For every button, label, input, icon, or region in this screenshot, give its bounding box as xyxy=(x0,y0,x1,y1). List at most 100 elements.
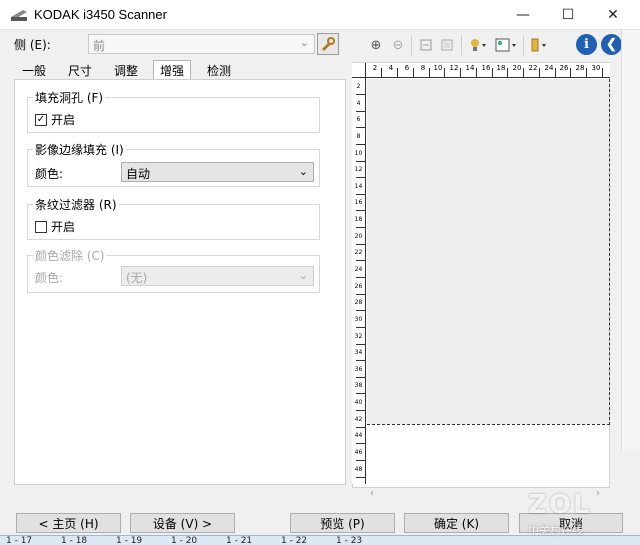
ruler-tick xyxy=(356,360,365,361)
back-arrow-icon[interactable]: ❮ xyxy=(601,34,622,55)
ruler-tick xyxy=(413,68,414,77)
tab-adjust[interactable]: 调整 xyxy=(112,62,140,79)
ruler-tick xyxy=(397,68,398,77)
toolbar-separator xyxy=(411,35,412,55)
ruler-tick xyxy=(356,227,365,228)
rotate-page-icon[interactable] xyxy=(416,35,436,55)
preview-button[interactable]: 预览 (P) xyxy=(290,513,395,533)
color-dropout-color-label: 颜色: xyxy=(35,271,64,285)
tab-general[interactable]: 一般 xyxy=(20,62,48,79)
side-select-value: 前 xyxy=(93,39,106,53)
ruler-tick-label: 24 xyxy=(544,64,554,72)
ruler-tick xyxy=(356,127,365,128)
minimize-button[interactable]: — xyxy=(500,0,546,30)
ruler-tick-label: 18 xyxy=(496,64,506,72)
side-settings-button[interactable] xyxy=(317,33,339,55)
ruler-tick xyxy=(356,427,365,428)
ruler-tick xyxy=(356,294,365,295)
edge-fill-color-select[interactable]: 自动 ⌄ xyxy=(121,162,314,182)
edge-fill-color-label: 颜色: xyxy=(35,167,64,181)
scroll-left-icon[interactable]: ‹ xyxy=(370,488,374,499)
ruler-tick xyxy=(570,68,571,77)
toolbar-separator xyxy=(523,35,524,55)
ruler-tick xyxy=(602,68,603,77)
ruler-tick xyxy=(381,68,382,77)
ruler-tick-label: 28 xyxy=(354,299,363,306)
ruler-tick-label: 40 xyxy=(354,399,363,406)
tab-size[interactable]: 尺寸 xyxy=(66,62,94,79)
zoom-in-icon[interactable]: ⊕ xyxy=(366,35,386,55)
background-cell: 1 - 18 xyxy=(61,536,88,545)
scan-preview-canvas[interactable] xyxy=(367,79,609,424)
ruler-tick-label: 34 xyxy=(354,349,363,356)
ruler-tick xyxy=(356,210,365,211)
ruler-tick-label: 30 xyxy=(354,316,363,323)
ruler-tick xyxy=(555,68,556,77)
side-select[interactable]: 前 ⌄ xyxy=(88,34,315,54)
ruler-tick-label: 18 xyxy=(354,216,363,223)
ruler-tick-label: 8 xyxy=(420,64,426,72)
ruler-tick-label: 26 xyxy=(354,283,363,290)
chevron-down-icon: ⌄ xyxy=(298,269,308,282)
ruler-tick-label: 30 xyxy=(591,64,601,72)
background-window xyxy=(621,30,640,450)
tab-enhance[interactable]: 增强 xyxy=(153,60,192,80)
ruler-tick-label: 4 xyxy=(388,64,394,72)
watermark-subtitle: 中关村在线 xyxy=(528,524,583,537)
background-cell: 1 - 22 xyxy=(281,536,308,545)
ruler-tick-label: 16 xyxy=(354,199,363,206)
zoom-out-icon[interactable]: ⊖ xyxy=(388,35,408,55)
ruler-tick-label: 38 xyxy=(354,382,363,389)
background-cell: 1 - 21 xyxy=(226,536,253,545)
ruler-tick xyxy=(356,194,365,195)
edge-fill-legend: 影像边缘填充 (I) xyxy=(33,141,126,158)
ruler-tick-label: 16 xyxy=(481,64,491,72)
ruler-tick xyxy=(507,68,508,77)
chevron-down-icon: ⌄ xyxy=(298,165,308,178)
ruler-tick xyxy=(356,460,365,461)
zol-watermark: ZOL 中关村在线 xyxy=(520,490,630,537)
light-bulb-icon[interactable] xyxy=(466,35,490,55)
background-cell: 1 - 20 xyxy=(171,536,198,545)
fit-page-icon[interactable] xyxy=(437,35,457,55)
tab-detect[interactable]: 检测 xyxy=(205,62,233,79)
ruler-tick xyxy=(356,244,365,245)
ruler-tick-label: 14 xyxy=(354,183,363,190)
home-button[interactable]: < 主页 (H) xyxy=(16,513,121,533)
ruler-vertical: 2 4 6 8 10 12 14 16 18 20 22 24 26 28 30 32 34 36 38 40 42 44… xyxy=(352,78,366,484)
fill-holes-checkbox[interactable]: ✓ 开启 xyxy=(35,111,75,128)
edge-fill-color-value: 自动 xyxy=(126,167,151,181)
wrench-icon xyxy=(322,37,335,51)
ruler-tick xyxy=(356,277,365,278)
ruler-horizontal: 2 4 6 8 10 12 14 16 18 20 22 24 26 28 30 xyxy=(366,63,610,78)
streak-filter-checkbox-label: 开启 xyxy=(51,220,76,234)
ruler-tick-label: 26 xyxy=(559,64,569,72)
toolbar-separator xyxy=(461,35,462,55)
ruler-tick-label: 48 xyxy=(354,466,363,473)
close-button[interactable]: ✕ xyxy=(590,0,636,30)
ruler-tick xyxy=(356,177,365,178)
ruler-tick xyxy=(356,410,365,411)
maximize-button[interactable]: ☐ xyxy=(545,0,591,30)
ruler-tick xyxy=(356,344,365,345)
crop-boundary-bottom[interactable] xyxy=(367,424,610,425)
ruler-tick-label: 44 xyxy=(354,432,363,439)
page-layout-icon[interactable] xyxy=(528,35,552,55)
streak-filter-checkbox[interactable]: 开启 xyxy=(35,218,75,235)
checkbox-empty-icon xyxy=(35,220,47,233)
color-dropout-color-select[interactable]: (无) ⌄ xyxy=(121,266,314,286)
ok-button[interactable]: 确定 (K) xyxy=(404,513,509,533)
ruler-tick xyxy=(356,477,365,478)
fill-holes-checkbox-label: 开启 xyxy=(51,113,76,127)
device-button[interactable]: 设备 (V) > xyxy=(130,513,235,533)
ruler-tick-label: 20 xyxy=(354,233,363,240)
display-options-icon[interactable] xyxy=(492,35,520,55)
crop-boundary-right[interactable] xyxy=(609,79,610,425)
ruler-tick xyxy=(429,68,430,77)
ruler-tick-label: 32 xyxy=(354,333,363,340)
settings-panel: 填充洞孔 (F) ✓ 开启 影像边缘填充 (I) 颜色: 自动 ⌄ 条纹过滤器 … xyxy=(14,79,346,485)
ruler-tick-label: 2 xyxy=(356,83,361,90)
ruler-tick xyxy=(476,68,477,77)
ruler-tick xyxy=(356,393,365,394)
info-help-icon[interactable]: i xyxy=(576,34,597,55)
